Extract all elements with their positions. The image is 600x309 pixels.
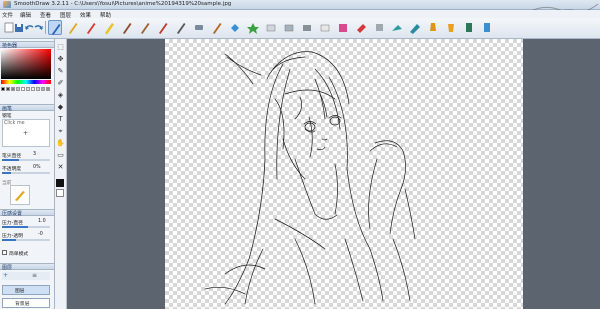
teal-brush-icon[interactable] xyxy=(408,20,422,35)
layer-item-background[interactable]: 背景层 xyxy=(2,298,50,308)
red-pencil-icon[interactable] xyxy=(84,20,98,35)
brush-name-label: 钢笔 xyxy=(2,114,12,119)
eyedropper-icon[interactable]: ⌖ xyxy=(56,127,65,136)
eraser-2-icon[interactable] xyxy=(282,20,296,35)
layers-section-header[interactable]: 图层 xyxy=(0,263,54,271)
brush-dot-icon: + xyxy=(23,130,29,137)
airbrush-icon[interactable] xyxy=(192,20,206,35)
swatch-black[interactable] xyxy=(1,87,5,91)
grass-icon[interactable] xyxy=(318,20,332,35)
brush-preview-hint: Click me xyxy=(4,121,25,126)
sketch-artwork xyxy=(204,51,416,305)
move-icon[interactable]: ✥ xyxy=(56,55,65,64)
tool-strip: ⬚ ✥ ✎ ✐ ◈ ◆ T ⌖ ✋ ▭ ✕ xyxy=(55,39,67,309)
brush-preview[interactable]: Click me + xyxy=(2,119,50,147)
bucket-icon[interactable] xyxy=(444,20,458,35)
shovel-icon[interactable] xyxy=(426,20,440,35)
ink-pen-icon[interactable] xyxy=(174,20,188,35)
add-layer-icon[interactable]: + xyxy=(3,272,8,279)
size-slider-fill xyxy=(2,159,19,161)
swatch-slate[interactable] xyxy=(46,87,50,91)
toolbar xyxy=(0,18,600,39)
eraser-icon[interactable] xyxy=(264,20,278,35)
redo-icon[interactable] xyxy=(32,20,46,35)
pressure-alpha-slider[interactable] xyxy=(2,239,50,241)
select-icon[interactable]: ⬚ xyxy=(56,43,65,52)
window-title: SmoothDraw 3.2.11 - C:\Users\Yosui\Pictu… xyxy=(14,1,232,7)
swatch-light-gray[interactable] xyxy=(16,87,20,91)
glue-icon[interactable] xyxy=(480,20,494,35)
color-section-header[interactable]: 拾色器 xyxy=(0,41,54,49)
background-color[interactable] xyxy=(56,189,64,197)
swatch-silver[interactable] xyxy=(26,87,30,91)
pencil-icon[interactable] xyxy=(66,20,80,35)
pressure-size-value[interactable]: 1.0 xyxy=(38,219,46,224)
swatch-pale[interactable] xyxy=(31,87,35,91)
simple-mode-checkbox[interactable] xyxy=(2,250,7,255)
hue-slider[interactable] xyxy=(1,80,51,84)
brush-tool-icon[interactable]: ✐ xyxy=(56,79,65,88)
brush-icon[interactable] xyxy=(120,20,134,35)
brush-section-header[interactable]: 画笔 xyxy=(0,104,54,112)
opacity-slider[interactable] xyxy=(2,172,50,174)
size-value[interactable]: 3 xyxy=(33,152,36,157)
layer-name-background: 背景层 xyxy=(15,302,30,307)
opacity-label: 不透明度 xyxy=(2,167,22,172)
palette-icon[interactable] xyxy=(246,20,260,35)
fill-bucket-icon[interactable] xyxy=(228,20,242,35)
pressure-alpha-fill xyxy=(2,239,17,241)
workspace xyxy=(67,39,600,309)
swatch-gray[interactable] xyxy=(11,87,15,91)
rectangle-icon[interactable]: ▭ xyxy=(56,151,65,160)
pressure-alpha-value[interactable]: -0 xyxy=(38,232,43,237)
opacity-slider-fill xyxy=(2,172,11,174)
stamp-icon[interactable] xyxy=(372,20,386,35)
simple-mode-label: 简单模式 xyxy=(9,252,29,257)
smudge-icon[interactable] xyxy=(300,20,314,35)
left-panel: 拾色器 画笔 钢笔 Click me + 笔尖直径 3 不透明度 0% 当前 压… xyxy=(0,39,55,309)
brush-2-icon[interactable] xyxy=(138,20,152,35)
spray-2-icon[interactable] xyxy=(354,20,368,35)
pressure-size-label: 压力-直径 xyxy=(2,221,23,226)
ink-bottle-icon[interactable] xyxy=(390,20,404,35)
pressure-size-slider[interactable] xyxy=(2,226,50,228)
swatch-white[interactable] xyxy=(21,87,25,91)
cross-icon[interactable]: ✕ xyxy=(56,163,65,172)
title-bar: SmoothDraw 3.2.11 - C:\Users\Yosui\Pictu… xyxy=(0,0,600,19)
pressure-size-fill xyxy=(2,226,29,228)
menu-bar: 文件 编辑 查看 图层 效果 帮助 xyxy=(0,10,600,19)
hand-icon[interactable]: ✋ xyxy=(56,139,65,148)
brush-3-icon[interactable] xyxy=(156,20,170,35)
layer-options-icon[interactable]: ≡ xyxy=(32,272,37,279)
pressure-alpha-label: 压力-透明 xyxy=(2,234,23,239)
layer-name: 图层 xyxy=(15,289,25,294)
app-icon xyxy=(3,1,11,8)
swatch-dark-gray[interactable] xyxy=(6,87,10,91)
spray-icon[interactable] xyxy=(336,20,350,35)
color-picker[interactable] xyxy=(1,49,51,79)
blur-icon[interactable] xyxy=(210,20,224,35)
layer-toolbar: + ≡ xyxy=(2,272,50,280)
bucket-tool-icon[interactable]: ◆ xyxy=(56,103,65,112)
text-tool-icon[interactable]: T xyxy=(56,115,65,124)
drawing-canvas[interactable] xyxy=(165,39,523,309)
pencil-tool-icon[interactable]: ✎ xyxy=(56,67,65,76)
opacity-value[interactable]: 0% xyxy=(33,165,41,170)
swatch-ash[interactable] xyxy=(36,87,40,91)
pressure-section-header[interactable]: 压感设置 xyxy=(0,209,54,217)
size-label: 笔尖直径 xyxy=(2,154,22,159)
fill-tool-icon[interactable]: ◈ xyxy=(56,91,65,100)
layer-item[interactable]: 图层 xyxy=(2,285,50,295)
foreground-color[interactable] xyxy=(56,179,64,187)
stamp-2-icon[interactable] xyxy=(462,20,476,35)
pen-icon[interactable] xyxy=(48,20,62,35)
swatch-mid[interactable] xyxy=(41,87,45,91)
size-slider[interactable] xyxy=(2,159,50,161)
marker-icon[interactable] xyxy=(102,20,116,35)
current-brush-icon xyxy=(15,191,25,201)
current-brush-preview[interactable] xyxy=(10,185,30,205)
